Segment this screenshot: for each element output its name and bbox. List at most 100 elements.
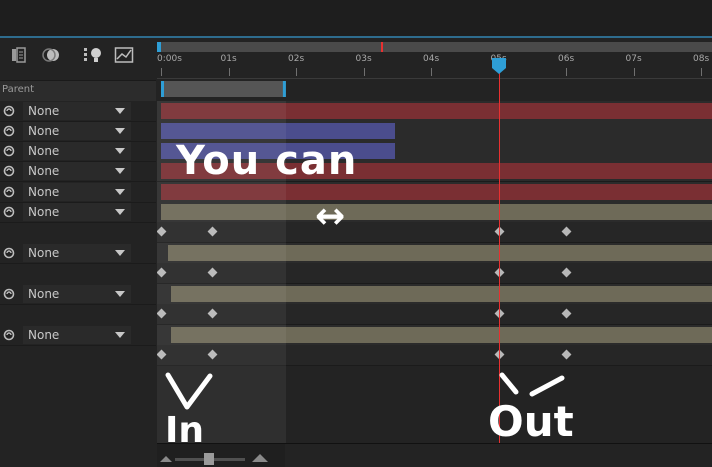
keyframe-track — [157, 263, 712, 284]
ruler-tick-label: 04s — [423, 54, 440, 64]
layer-tracks — [157, 101, 712, 446]
timeline-toolbar — [0, 38, 156, 80]
parent-dropdown-value: None — [28, 144, 60, 158]
work-area-bar[interactable] — [157, 80, 712, 98]
pick-whip-icon[interactable] — [3, 247, 15, 259]
parent-dropdown-value: None — [28, 205, 60, 219]
time-navigator-start-handle[interactable] — [157, 42, 161, 52]
layer-duration-bar[interactable] — [161, 184, 712, 200]
keyframe-diamond[interactable] — [157, 267, 167, 278]
keyframe-diamond[interactable] — [157, 308, 167, 319]
zoom-out-icon[interactable] — [160, 456, 172, 462]
chevron-down-icon — [115, 291, 125, 297]
keyframe-diamond[interactable] — [207, 349, 218, 360]
chevron-down-icon — [115, 168, 125, 174]
graph-editor-bulb-icon[interactable] — [83, 46, 103, 64]
parent-dropdown[interactable]: None — [23, 285, 131, 303]
layer-duration-bar[interactable] — [167, 245, 712, 261]
keyframe-diamond[interactable] — [561, 226, 572, 237]
parent-dropdown-value: None — [28, 328, 60, 342]
ruler-tick-mark — [701, 68, 702, 76]
graph-editor-icon[interactable] — [114, 46, 134, 64]
playhead-handle[interactable] — [491, 57, 507, 75]
layer-duration-bar[interactable] — [171, 327, 712, 343]
time-navigator-current-time-marker — [381, 42, 383, 52]
parent-column: None None None None None None None None None — [0, 101, 156, 466]
keyframe-track — [157, 345, 712, 366]
chevron-down-icon — [115, 189, 125, 195]
parent-dropdown-value: None — [28, 287, 60, 301]
time-ruler[interactable]: 0:00s01s02s03s04s05s06s07s08s — [157, 54, 712, 79]
composition-flowchart-icon[interactable] — [10, 46, 30, 64]
chevron-down-icon — [115, 128, 125, 134]
time-navigator[interactable] — [157, 42, 712, 52]
keyframe-diamond[interactable] — [561, 349, 572, 360]
layer-duration-bar[interactable] — [161, 163, 712, 179]
parent-dropdown[interactable]: None — [23, 122, 131, 140]
parent-dropdown-value: None — [28, 185, 60, 199]
pick-whip-icon[interactable] — [3, 145, 15, 157]
keyframe-diamond[interactable] — [207, 308, 218, 319]
layer-track — [157, 121, 712, 142]
pick-whip-icon[interactable] — [3, 288, 15, 300]
motion-blur-icon[interactable] — [42, 46, 62, 64]
layer-duration-bar[interactable] — [161, 143, 396, 159]
layer-duration-bar[interactable] — [161, 103, 712, 119]
parent-dropdown[interactable]: None — [23, 102, 131, 120]
parent-row: None — [0, 141, 156, 162]
layer-duration-bar[interactable] — [161, 123, 396, 139]
parent-dropdown[interactable]: None — [23, 326, 131, 344]
parent-row: None — [0, 243, 156, 264]
keyframe-track — [157, 304, 712, 325]
pick-whip-icon[interactable] — [3, 206, 15, 218]
parent-dropdown[interactable]: None — [23, 203, 131, 221]
keyframe-diamond[interactable] — [561, 308, 572, 319]
zoom-slider-thumb[interactable] — [204, 453, 214, 465]
ruler-tick-mark — [431, 68, 432, 76]
parent-dropdown[interactable]: None — [23, 183, 131, 201]
keyframe-diamond[interactable] — [157, 349, 167, 360]
work-area-range[interactable] — [161, 81, 286, 97]
layer-track — [157, 284, 712, 305]
zoom-in-icon[interactable] — [252, 454, 268, 462]
parent-header-label: Parent — [2, 84, 35, 95]
annotation-in-checkmark — [165, 372, 213, 410]
parent-row: None — [0, 202, 156, 223]
ruler-tick-label: 06s — [558, 54, 575, 64]
pick-whip-icon[interactable] — [3, 329, 15, 341]
parent-row: None — [0, 325, 156, 346]
parent-dropdown[interactable]: None — [23, 142, 131, 160]
work-area-start-handle[interactable] — [161, 81, 164, 97]
pick-whip-icon[interactable] — [3, 165, 15, 177]
layer-duration-bar[interactable] — [171, 286, 712, 302]
keyframe-track — [157, 222, 712, 243]
parent-dropdown[interactable]: None — [23, 162, 131, 180]
keyframe-diamond[interactable] — [207, 226, 218, 237]
keyframe-diamond[interactable] — [561, 267, 572, 278]
ruler-tick-label: 08s — [693, 54, 710, 64]
pick-whip-icon[interactable] — [3, 105, 15, 117]
work-area-end-handle[interactable] — [282, 81, 286, 97]
ruler-tick-label: 0:00s — [157, 54, 182, 64]
layer-duration-bar[interactable] — [161, 204, 712, 220]
parent-row: None — [0, 101, 156, 122]
pick-whip-icon[interactable] — [3, 186, 15, 198]
keyframe-diamond[interactable] — [157, 226, 167, 237]
ruler-tick-label: 01s — [220, 54, 237, 64]
keyframe-diamond[interactable] — [207, 267, 218, 278]
parent-column-header: Parent — [0, 80, 156, 102]
parent-dropdown-value: None — [28, 246, 60, 260]
timeline-panel: 0:00s01s02s03s04s05s06s07s08s — [157, 38, 712, 466]
pick-whip-icon[interactable] — [3, 125, 15, 137]
parent-row: None — [0, 121, 156, 142]
parent-dropdown-value: None — [28, 124, 60, 138]
parent-dropdown-value: None — [28, 104, 60, 118]
layer-track — [157, 325, 712, 346]
parent-dropdown[interactable]: None — [23, 244, 131, 262]
layer-track — [157, 101, 712, 122]
ruler-tick-mark — [633, 68, 635, 76]
ruler-tick-mark — [161, 68, 162, 76]
layer-track — [157, 141, 712, 162]
time-navigator-range[interactable] — [161, 42, 712, 52]
layer-track — [157, 182, 712, 203]
